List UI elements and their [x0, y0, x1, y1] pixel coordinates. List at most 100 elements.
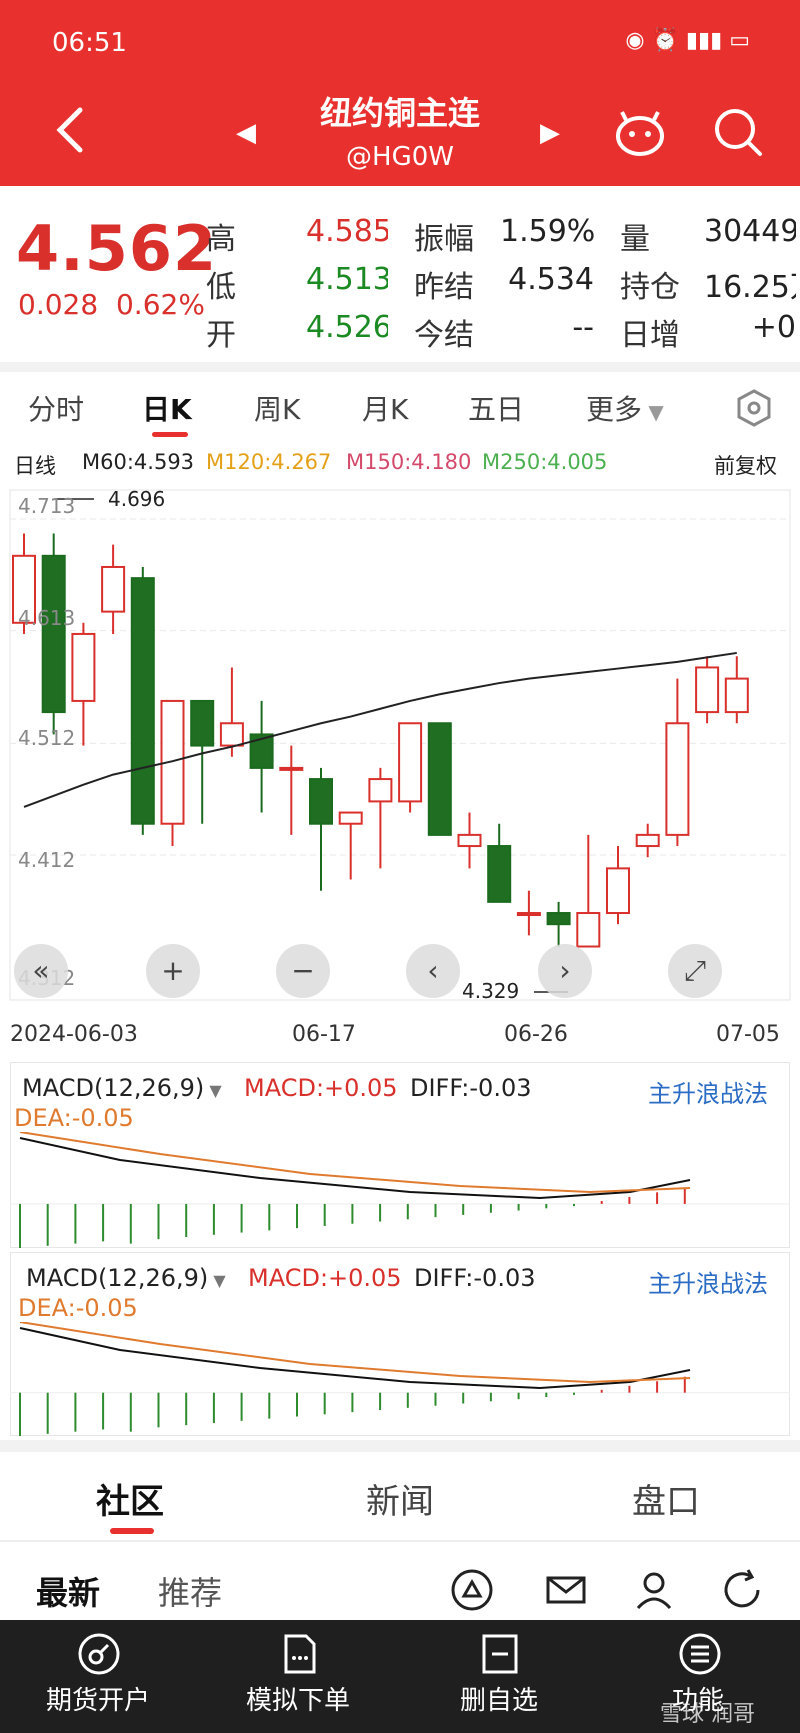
tab-latest[interactable]: 最新: [36, 1568, 100, 1614]
tab-news[interactable]: 新闻: [366, 1474, 434, 1523]
low-price-label: 4.329: [462, 979, 519, 1003]
dea-value: DEA:-0.05: [18, 1294, 138, 1322]
candle-body: [516, 912, 541, 917]
chart-period-label: 日线: [14, 454, 56, 478]
status-icons: ◉ ⏰ ▮▮▮ ▭: [625, 28, 750, 53]
post-icon[interactable]: [448, 1566, 496, 1614]
page-title: 纽约铜主连: [319, 94, 480, 132]
ma250-label: M250:4.005: [482, 450, 608, 474]
macd-value: MACD:+0.05: [244, 1074, 398, 1102]
adjust-mode[interactable]: 前复权: [714, 450, 777, 480]
next-contract-icon[interactable]: ▶: [540, 118, 560, 148]
tab-recommended[interactable]: 推荐: [158, 1568, 222, 1614]
candle-body: [695, 666, 720, 714]
user-icon[interactable]: [630, 1566, 678, 1614]
active-tab-indicator: [110, 1528, 154, 1534]
open-account-icon[interactable]: [77, 1632, 121, 1676]
candle-body: [219, 722, 244, 747]
functions-icon[interactable]: [678, 1632, 722, 1676]
remove-watchlist-icon[interactable]: [478, 1632, 522, 1676]
stat-label: 昨结: [414, 270, 474, 305]
dea-line: [19, 1132, 691, 1194]
candle-body: [368, 778, 393, 803]
x-tick: 07-05: [716, 1022, 780, 1047]
stat-value: 4.585: [306, 214, 388, 249]
candle-body: [487, 845, 512, 903]
fullscreen-icon[interactable]: ⤢: [668, 944, 722, 998]
zoom-out-icon[interactable]: −: [276, 944, 330, 998]
candle-body: [576, 912, 601, 948]
x-tick: 2024-06-03: [10, 1022, 138, 1047]
stat-label: 量: [620, 222, 650, 257]
stat-label: 开: [206, 318, 236, 353]
diff-value: DIFF:-0.03: [414, 1264, 536, 1292]
refresh-icon[interactable]: [718, 1566, 766, 1614]
scroll-right-icon[interactable]: ›: [538, 944, 592, 998]
candle-body: [41, 554, 66, 714]
y-tick: 4.412: [18, 848, 76, 872]
stat-label: 持仓: [620, 270, 680, 305]
app-header: 06:51 ◉ ⏰ ▮▮▮ ▭ ◀ 纽约铜主连 @HG0W ▶: [0, 0, 800, 186]
strategy-link[interactable]: 主升浪战法: [648, 1074, 768, 1109]
macd-indicator-select[interactable]: MACD(12,26,9) ▼: [22, 1074, 222, 1102]
candle-body: [665, 722, 690, 836]
period-tabs: 分时 日K 周K 月K 五日 更多 ▼: [0, 374, 800, 440]
active-tab-indicator: [152, 432, 188, 437]
tab-weekly-k[interactable]: 周K: [254, 388, 300, 428]
x-tick: 06-26: [504, 1022, 568, 1047]
candle-body: [427, 722, 452, 836]
ma150-label: M150:4.180: [346, 450, 472, 474]
remove-watchlist-button[interactable]: 删自选: [460, 1680, 538, 1717]
stat-value: +0: [751, 310, 796, 345]
tab-more[interactable]: 更多 ▼: [586, 388, 664, 428]
stat-value: 4.526: [306, 310, 388, 345]
strategy-link[interactable]: 主升浪战法: [648, 1264, 768, 1299]
stat-label: 今结: [414, 318, 474, 353]
last-price: 4.562: [16, 212, 218, 285]
candle-body: [546, 912, 571, 926]
mail-icon[interactable]: [542, 1566, 590, 1614]
zoom-in-icon[interactable]: +: [146, 944, 200, 998]
candle-body: [398, 722, 423, 803]
candle-body: [130, 577, 155, 825]
candle-body: [309, 778, 333, 825]
tab-monthly-k[interactable]: 月K: [362, 388, 408, 428]
stat-label: 低: [206, 270, 236, 305]
stat-label: 日增: [620, 318, 680, 353]
stat-value: 4.534: [508, 262, 594, 297]
price-change: 0.028 0.62%: [18, 288, 205, 321]
high-price-label: 4.696: [108, 487, 165, 511]
macd-chart-2: [10, 1322, 790, 1436]
stat-label: 振幅: [414, 222, 474, 257]
y-tick: 4.613: [18, 606, 76, 630]
ma120-label: M120:4.267: [206, 450, 332, 474]
tab-intraday[interactable]: 分时: [28, 388, 84, 428]
tab-daily-k[interactable]: 日K: [142, 388, 192, 428]
candle-body: [101, 565, 126, 613]
status-time: 06:51: [52, 28, 127, 58]
simulate-order-icon[interactable]: [278, 1632, 322, 1676]
ma60-label: M60:4.593: [82, 450, 195, 474]
candle-body: [190, 699, 215, 747]
scroll-start-icon[interactable]: «: [14, 944, 68, 998]
scroll-left-icon[interactable]: ‹: [406, 944, 460, 998]
settings-hex-icon[interactable]: [734, 388, 774, 428]
chat-bot-icon[interactable]: [612, 104, 668, 160]
stat-label: 高: [206, 222, 236, 257]
macd-indicator-select[interactable]: MACD(12,26,9) ▼: [26, 1264, 226, 1292]
candle-body: [457, 833, 482, 848]
open-account-button[interactable]: 期货开户: [46, 1680, 150, 1717]
y-tick: 4.512: [18, 726, 76, 750]
macd-value: MACD:+0.05: [248, 1264, 402, 1292]
tab-order-book[interactable]: 盘口: [632, 1474, 700, 1523]
candle-body: [606, 867, 630, 915]
stat-value: 30449: [704, 214, 796, 249]
simulate-order-button[interactable]: 模拟下单: [246, 1680, 350, 1717]
tab-five-day[interactable]: 五日: [468, 388, 524, 428]
candle-body: [724, 677, 749, 714]
search-icon[interactable]: [710, 104, 766, 160]
x-tick: 06-17: [292, 1022, 356, 1047]
dea-value: DEA:-0.05: [14, 1104, 134, 1132]
tab-community[interactable]: 社区: [96, 1474, 164, 1523]
diff-value: DIFF:-0.03: [410, 1074, 532, 1102]
